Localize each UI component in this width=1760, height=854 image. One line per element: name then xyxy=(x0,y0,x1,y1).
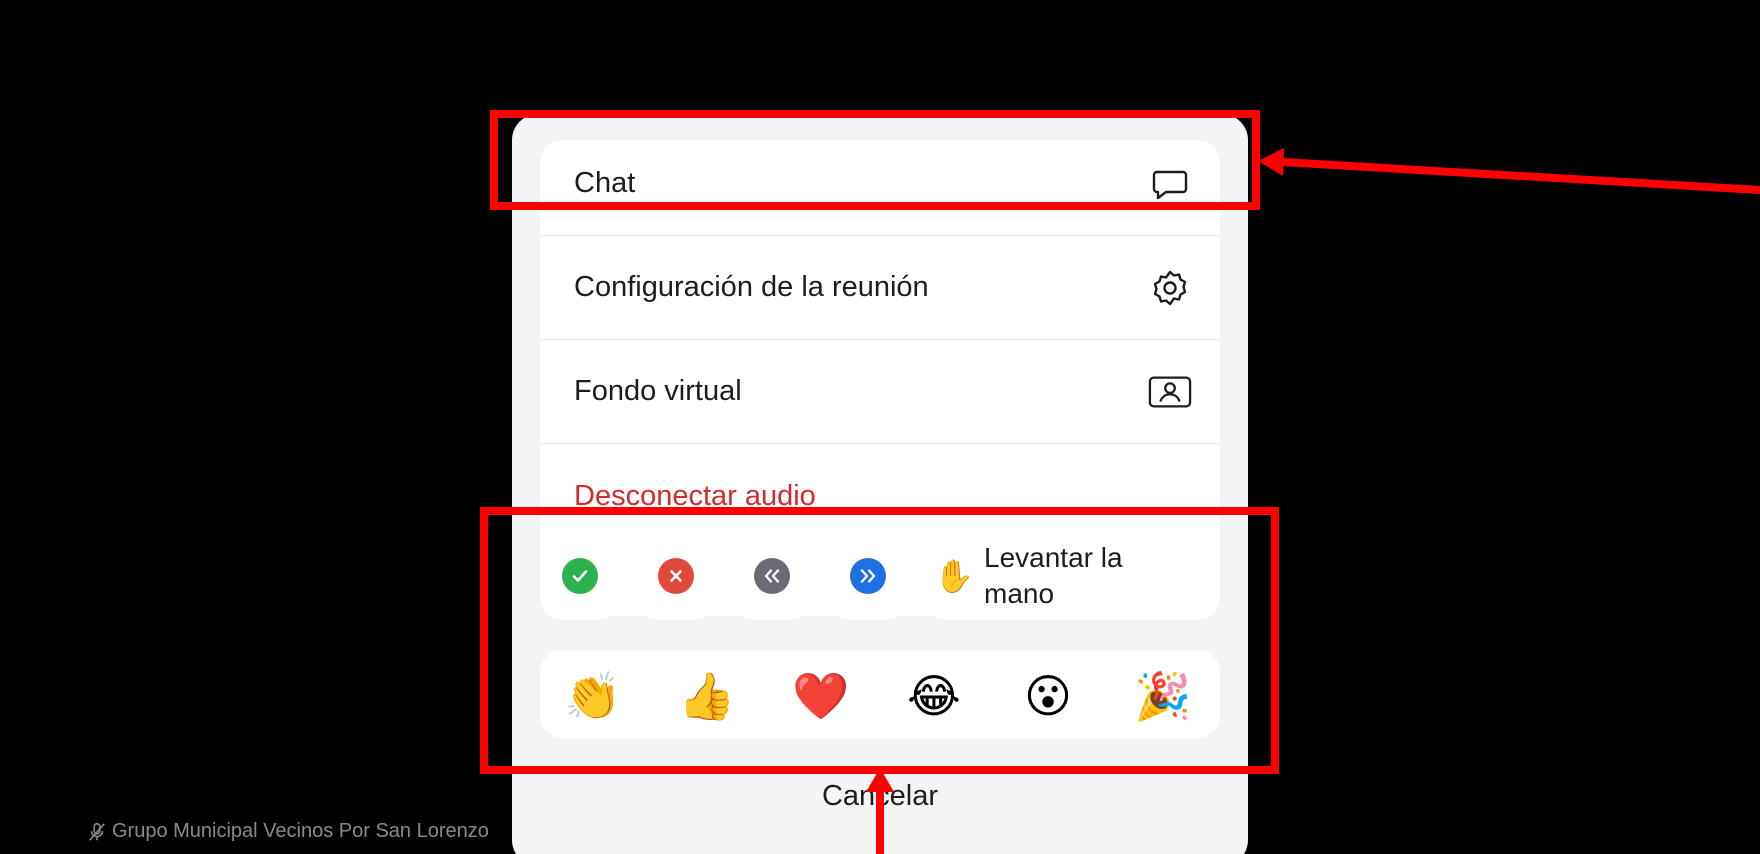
annotation-arrowhead-top xyxy=(1258,148,1284,176)
annotation-arrow-top xyxy=(1281,158,1760,194)
annotation-arrows xyxy=(866,148,1760,854)
annotation-arrowhead-bottom xyxy=(866,768,894,792)
meeting-screen: Grupo Municipal Vecinos Por San Lorenzo … xyxy=(0,0,1760,854)
